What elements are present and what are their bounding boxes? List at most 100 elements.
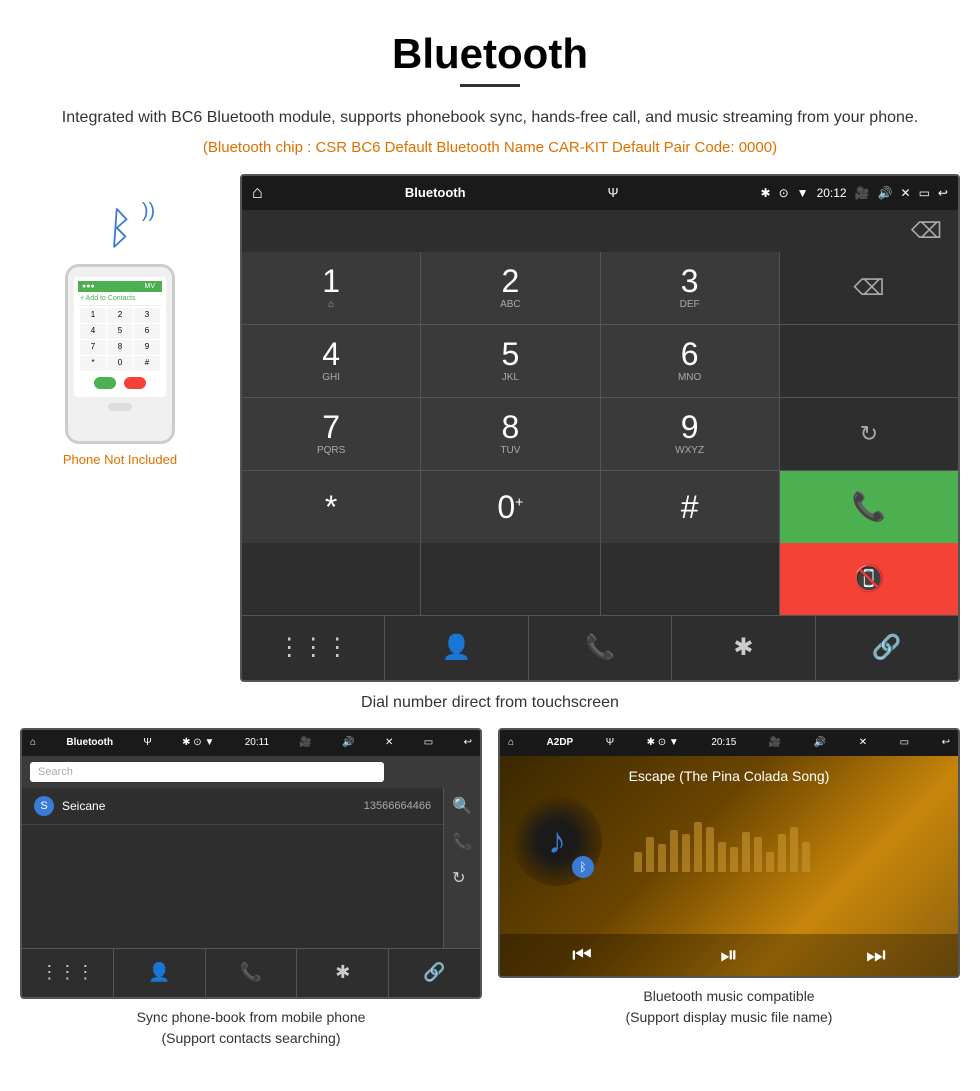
key-1[interactable]: 1⌂ [242, 252, 420, 324]
music-vol-icon[interactable]: 🔊 [814, 737, 826, 748]
key-5[interactable]: 5JKL [421, 325, 599, 397]
music-home-icon[interactable]: ⌂ [508, 737, 514, 748]
usb-icon: Ψ [608, 185, 619, 200]
prev-track-button[interactable]: ⏮ [572, 942, 592, 968]
key-3[interactable]: 3DEF [601, 252, 779, 324]
track-title: Escape (The Pina Colada Song) [629, 768, 830, 784]
keypad-grid: 1⌂ 2ABC 3DEF ⌫ 4GHI 5JKL 6MNO 7PQRS 8TUV… [242, 252, 958, 543]
pb-nav-link[interactable]: 🔗 [389, 949, 480, 997]
camera-icon[interactable]: 🎥 [855, 186, 870, 200]
pb-bottom-nav: ⋮⋮⋮ 👤 📞 ✱ 🔗 [22, 948, 480, 997]
key-empty-1: ⌫ [780, 252, 958, 324]
subtitle-text: Integrated with BC6 Bluetooth module, su… [0, 105, 980, 139]
key-row5-empty3 [601, 543, 779, 615]
key-refresh[interactable]: ↻ [780, 398, 958, 470]
pb-contacts-list: S Seicane 13566664466 [22, 788, 443, 948]
pb-nav-call[interactable]: 📞 [206, 949, 298, 997]
page-title: Bluetooth [0, 0, 980, 84]
location-icon: ⊙ [779, 186, 789, 200]
key-7[interactable]: 7PQRS [242, 398, 420, 470]
pb-refresh-icon-btn[interactable]: ↻ [444, 860, 480, 896]
music-panel: ⌂ A2DP Ψ ✱ ⊙ ▼ 20:15 🎥 🔊 ✕ ▭ ↩ Escape (T… [498, 728, 960, 1049]
pb-app-name: Bluetooth [66, 737, 113, 748]
pb-status-icons: ✱ ⊙ ▼ [182, 737, 214, 748]
bluetooth-icon: ᛒ [105, 204, 135, 254]
bt-info-text: (Bluetooth chip : CSR BC6 Default Blueto… [0, 139, 980, 174]
bt-status-icon: ✱ [761, 186, 771, 200]
pb-back-icon[interactable]: ↩ [464, 737, 472, 748]
pb-statusbar: ⌂ Bluetooth Ψ ✱ ⊙ ▼ 20:11 🎥 🔊 ✕ ▭ ↩ [22, 730, 480, 756]
key-6[interactable]: 6MNO [601, 325, 779, 397]
pb-time: 20:11 [245, 737, 269, 748]
next-track-button[interactable]: ⏭ [866, 942, 886, 968]
keypad-statusbar: ⌂ Bluetooth Ψ ✱ ⊙ ▼ 20:12 🎥 🔊 ✕ ▭ ↩ [242, 176, 958, 210]
pb-nav-bluetooth[interactable]: ✱ [297, 949, 389, 997]
pb-nav-dialpad[interactable]: ⋮⋮⋮ [22, 949, 114, 997]
key-0[interactable]: 0+ [421, 471, 599, 543]
pb-close-icon[interactable]: ✕ [385, 737, 393, 748]
key-4[interactable]: 4GHI [242, 325, 420, 397]
eq-visualizer [634, 822, 810, 872]
caption-dial: Dial number direct from touchscreen [0, 694, 980, 712]
pb-call-icon-btn[interactable]: 📞 [444, 824, 480, 860]
keypad-screen: ⌂ Bluetooth Ψ ✱ ⊙ ▼ 20:12 🎥 🔊 ✕ ▭ ↩ ⌫ 1⌂… [240, 174, 960, 682]
key-9[interactable]: 9WXYZ [601, 398, 779, 470]
end-call-button[interactable]: 📵 [780, 543, 958, 615]
contact-number: 13566664466 [364, 800, 431, 812]
music-time: 20:15 [711, 737, 736, 748]
caption-music: Bluetooth music compatible(Support displ… [498, 986, 960, 1028]
contact-row[interactable]: S Seicane 13566664466 [22, 788, 443, 825]
key-8[interactable]: 8TUV [421, 398, 599, 470]
phone-illustration: ᛒ )) ●●●MV + Add to Contacts 123 456 789… [20, 174, 220, 467]
home-icon[interactable]: ⌂ [252, 182, 263, 203]
contact-letter: S [34, 796, 54, 816]
key-2[interactable]: 2ABC [421, 252, 599, 324]
time-display: 20:12 [817, 186, 847, 200]
phonebook-panel: ⌂ Bluetooth Ψ ✱ ⊙ ▼ 20:11 🎥 🔊 ✕ ▭ ↩ Sear… [20, 728, 482, 1049]
music-screen: ⌂ A2DP Ψ ✱ ⊙ ▼ 20:15 🎥 🔊 ✕ ▭ ↩ Escape (T… [498, 728, 960, 978]
key-empty-2 [780, 325, 958, 397]
pb-search-input[interactable]: Search [30, 762, 384, 782]
music-back-icon[interactable]: ↩ [942, 737, 950, 748]
key-star[interactable]: * [242, 471, 420, 543]
key-hash[interactable]: # [601, 471, 779, 543]
play-pause-button[interactable]: ⏯ [720, 942, 738, 968]
nav-dialpad[interactable]: ⋮⋮⋮ [242, 616, 385, 680]
screen-icon[interactable]: ▭ [919, 186, 930, 200]
phone-not-included-label: Phone Not Included [63, 452, 177, 467]
volume-icon[interactable]: 🔊 [878, 186, 893, 200]
album-art: ♪ ᛒ [512, 796, 602, 886]
nav-call[interactable]: 📞 [529, 616, 672, 680]
call-button[interactable]: 📞 [780, 471, 958, 543]
dial-display: ⌫ [242, 210, 958, 252]
nav-contacts[interactable]: 👤 [385, 616, 528, 680]
pb-search-icon-btn[interactable]: 🔍 [444, 788, 480, 824]
wifi-signal-icon: )) [142, 200, 155, 223]
key-row5-empty1 [242, 543, 420, 615]
key-row5-empty2 [421, 543, 599, 615]
phone-mockup: ●●●MV + Add to Contacts 123 456 789 *0# [65, 264, 175, 444]
backspace-button[interactable]: ⌫ [911, 218, 942, 244]
music-controls: ⏮ ⏯ ⏭ [500, 934, 958, 976]
pb-nav-contacts[interactable]: 👤 [114, 949, 206, 997]
music-screen-icon[interactable]: ▭ [900, 737, 909, 748]
close-icon[interactable]: ✕ [901, 186, 911, 200]
pb-screen-icon[interactable]: ▭ [424, 737, 433, 748]
pb-search-bar: Search [22, 756, 480, 788]
pb-vol-icon[interactable]: 🔊 [342, 737, 354, 748]
pb-camera-icon[interactable]: 🎥 [299, 737, 311, 748]
bt-badge-icon: ᛒ [572, 856, 594, 878]
nav-link[interactable]: 🔗 [816, 616, 958, 680]
back-icon[interactable]: ↩ [938, 186, 948, 200]
music-content-area: Escape (The Pina Colada Song) ♪ ᛒ [500, 756, 958, 976]
music-camera-icon[interactable]: 🎥 [769, 737, 781, 748]
keypad-app-name: Bluetooth [405, 185, 466, 200]
nav-bluetooth[interactable]: ✱ [672, 616, 815, 680]
music-note-icon: ♪ [548, 820, 566, 862]
music-close-icon[interactable]: ✕ [859, 737, 867, 748]
keypad-bottom-nav: ⋮⋮⋮ 👤 📞 ✱ 🔗 [242, 615, 958, 680]
music-usb-icon: Ψ [606, 737, 614, 748]
pb-home-icon[interactable]: ⌂ [30, 737, 36, 748]
contact-name: Seicane [62, 799, 364, 813]
caption-phonebook: Sync phone-book from mobile phone(Suppor… [20, 1007, 482, 1049]
